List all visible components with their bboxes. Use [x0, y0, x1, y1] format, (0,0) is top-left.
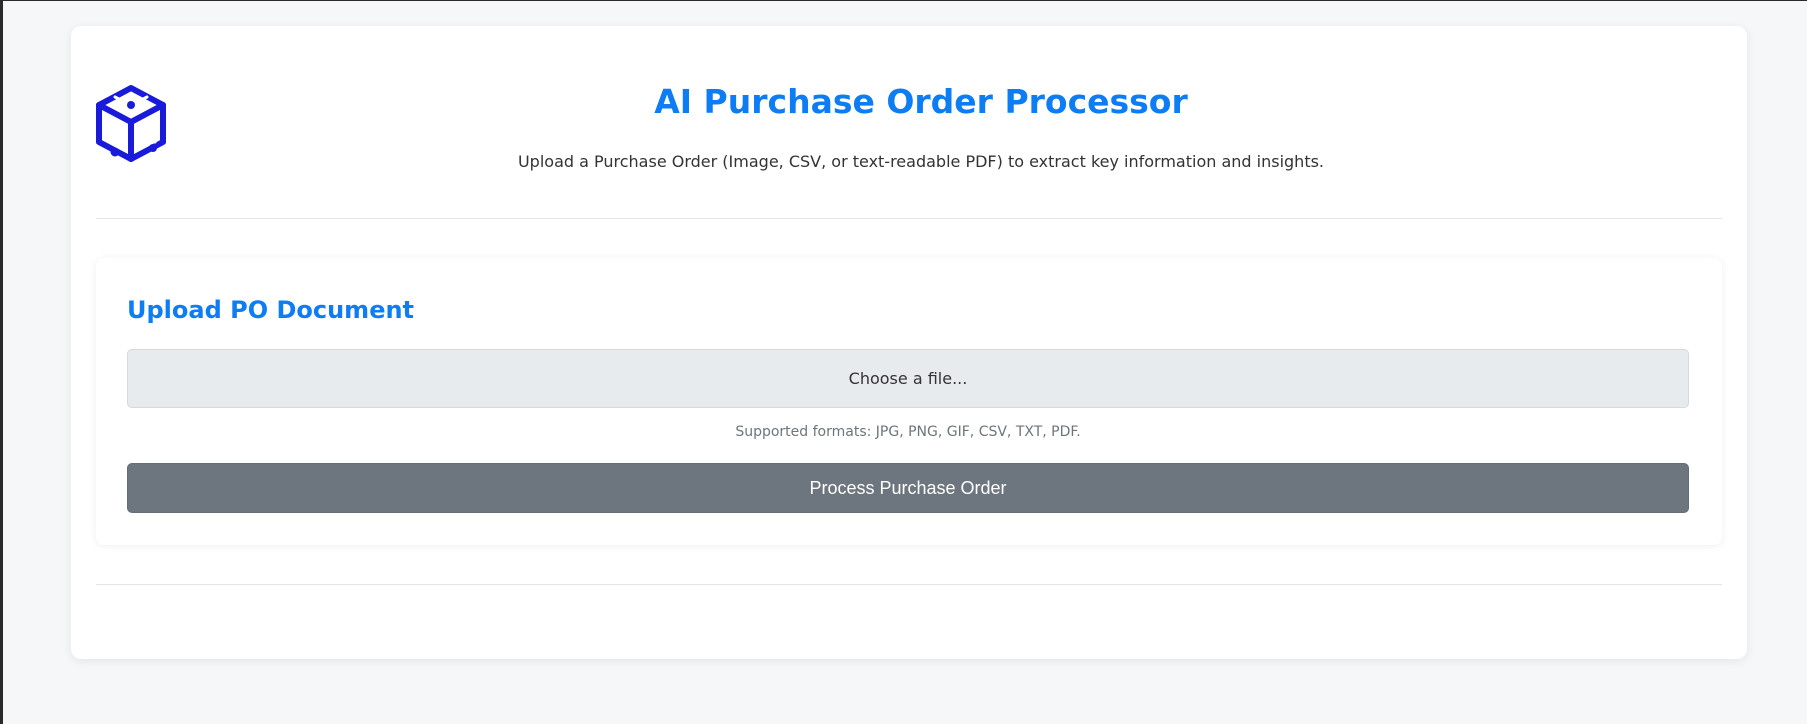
file-picker-label: Choose a file...: [848, 369, 968, 388]
page-title: AI Purchase Order Processor: [654, 82, 1188, 121]
page-subtitle: Upload a Purchase Order (Image, CSV, or …: [517, 152, 1325, 171]
upload-panel: Upload PO Document Choose a file... Supp…: [96, 258, 1722, 545]
upload-heading: Upload PO Document: [127, 296, 415, 324]
file-picker-button[interactable]: Choose a file...: [127, 349, 1689, 408]
footer-divider: [96, 584, 1722, 585]
supported-formats-note: Supported formats: JPG, PNG, GIF, CSV, T…: [735, 424, 1081, 440]
header-divider: [96, 218, 1722, 219]
main-card: AI Purchase Order Processor Upload a Pur…: [71, 26, 1747, 659]
process-purchase-order-button[interactable]: Process Purchase Order: [127, 463, 1689, 513]
